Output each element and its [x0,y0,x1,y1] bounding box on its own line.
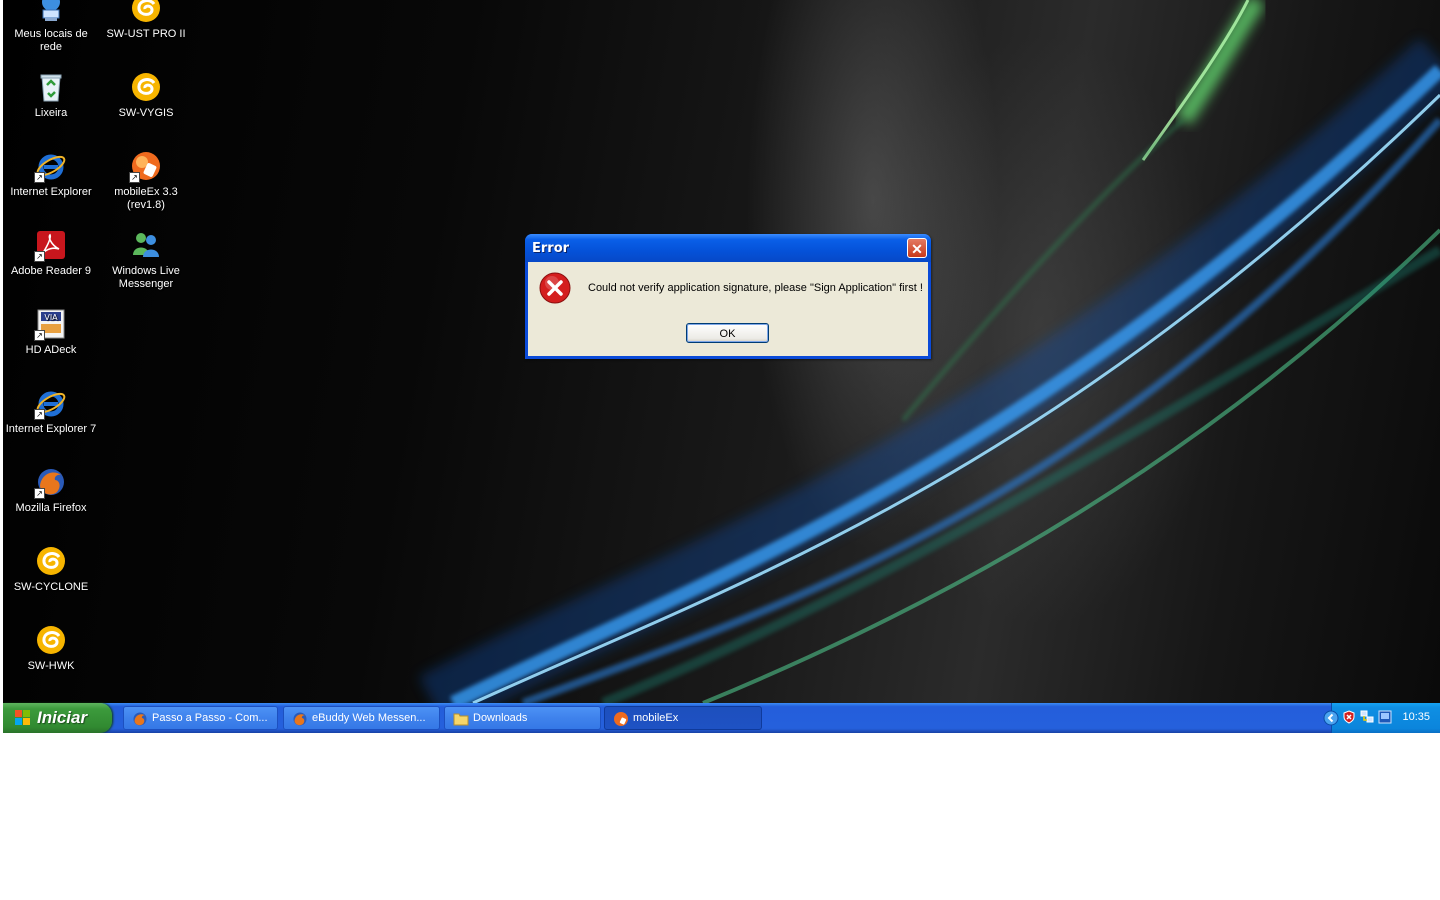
start-button[interactable]: Iniciar [3,703,112,733]
network-icon[interactable] [1360,710,1374,724]
swirl-app-icon [35,545,67,577]
swirl-app-icon [35,624,67,656]
taskbar-button-label: mobileEx [633,712,679,724]
taskbar-button-ebuddy[interactable]: eBuddy Web Messen... [283,706,440,730]
taskbar-button-label: eBuddy Web Messen... [312,712,426,724]
app-tray-icon[interactable] [1378,710,1392,724]
desktop-icon-recycle-bin[interactable]: Lixeira [3,71,99,120]
desktop-icon-label: Meus locais de rede [14,28,88,53]
desktop-icon-mozilla-firefox[interactable]: ↗ Mozilla Firefox [3,466,99,515]
network-places-icon [35,0,67,24]
firefox-icon [132,711,148,727]
swirl-app-icon [130,0,162,24]
adobe-reader-icon: ↗ [34,229,67,262]
dialog-body: Could not verify application signature, … [528,262,928,356]
desktop-icon-windows-live-messenger[interactable]: Windows Live Messenger [98,229,194,291]
shortcut-arrow-icon: ↗ [129,172,140,183]
taskbar-button-label: Passo a Passo - Com... [152,712,268,724]
taskbar-button-mobileex[interactable]: mobileEx [604,706,762,730]
desktop-icon-sw-ust-pro-ii[interactable]: SW-UST PRO II [98,0,194,41]
firefox-icon: ↗ [34,466,67,499]
error-dialog: Error ✕ Could not verify application sig… [525,234,931,359]
desktop-icon-label: Mozilla Firefox [15,502,87,514]
desktop-icon-internet-explorer-7[interactable]: ↗ Internet Explorer 7 [3,387,99,436]
messenger-icon [130,229,162,261]
desktop-icon-label: SW-UST PRO II [106,28,186,40]
desktop: Meus locais de rede Lixeira ↗ Internet E… [3,0,1440,703]
clock[interactable]: 10:35 [1402,711,1430,723]
desktop-icon-label: SW-CYCLONE [13,581,89,593]
shortcut-arrow-icon: ↗ [34,488,45,499]
desktop-icon-sw-hwk[interactable]: SW-HWK [3,624,99,673]
taskbar-button-passo-a-passo[interactable]: Passo a Passo - Com... [123,706,278,730]
dialog-message: Could not verify application signature, … [588,282,923,294]
firefox-icon [292,711,308,727]
folder-icon [453,711,469,727]
desktop-icon-sw-cyclone[interactable]: SW-CYCLONE [3,545,99,594]
show-hidden-icons-chevron[interactable] [1323,710,1339,726]
desktop-icon-label: SW-VYGIS [118,107,174,119]
desktop-icon-label: HD ADeck [25,344,77,356]
desktop-icon-label: mobileEx 3.3 (rev1.8) [114,186,178,211]
recycle-bin-icon [35,71,67,103]
security-shield-icon[interactable] [1342,710,1356,724]
desktop-icon-label: Internet Explorer 7 [5,423,97,435]
desktop-icon-network-places[interactable]: Meus locais de rede [3,0,99,54]
taskbar: Iniciar Passo a Passo - Com... eBuddy We… [3,703,1440,733]
windows-flag-icon [15,710,31,726]
hd-adeck-icon: VIA ↗ [34,308,67,341]
start-label: Iniciar [37,708,88,727]
shortcut-arrow-icon: ↗ [34,330,45,341]
desktop-icon-internet-explorer[interactable]: ↗ Internet Explorer [3,150,99,199]
desktop-icon-sw-vygis[interactable]: SW-VYGIS [98,71,194,120]
close-icon[interactable]: ✕ [907,238,927,258]
svg-text:VIA: VIA [44,313,58,322]
desktop-icon-mobileex[interactable]: ↗ mobileEx 3.3 (rev1.8) [98,150,194,212]
error-icon [539,272,571,304]
desktop-icon-label: Internet Explorer [10,186,92,198]
desktop-icon-label: Lixeira [34,107,68,119]
desktop-icon-label: Windows Live Messenger [112,265,180,290]
desktop-icon-adobe-reader[interactable]: ↗ Adobe Reader 9 [3,229,99,278]
mobileex-icon: ↗ [129,150,162,183]
internet-explorer-icon: ↗ [34,150,67,183]
desktop-icon-label: SW-HWK [27,660,75,672]
desktop-icon-label: Adobe Reader 9 [10,265,92,277]
shortcut-arrow-icon: ↗ [34,409,45,420]
shortcut-arrow-icon: ↗ [34,251,45,262]
dialog-titlebar[interactable]: Error ✕ [525,234,931,262]
taskbar-button-downloads[interactable]: Downloads [444,706,601,730]
desktop-icon-hd-adeck[interactable]: VIA ↗ HD ADeck [3,308,99,357]
system-tray: 10:35 [1323,703,1440,733]
shortcut-arrow-icon: ↗ [34,172,45,183]
swirl-app-icon [130,71,162,103]
internet-explorer-icon: ↗ [34,387,67,420]
mobileex-icon [613,711,629,727]
dialog-title: Error [532,241,570,256]
taskbar-button-label: Downloads [473,712,528,724]
ok-button[interactable]: OK [686,323,769,343]
screen: Meus locais de rede Lixeira ↗ Internet E… [3,0,1440,733]
